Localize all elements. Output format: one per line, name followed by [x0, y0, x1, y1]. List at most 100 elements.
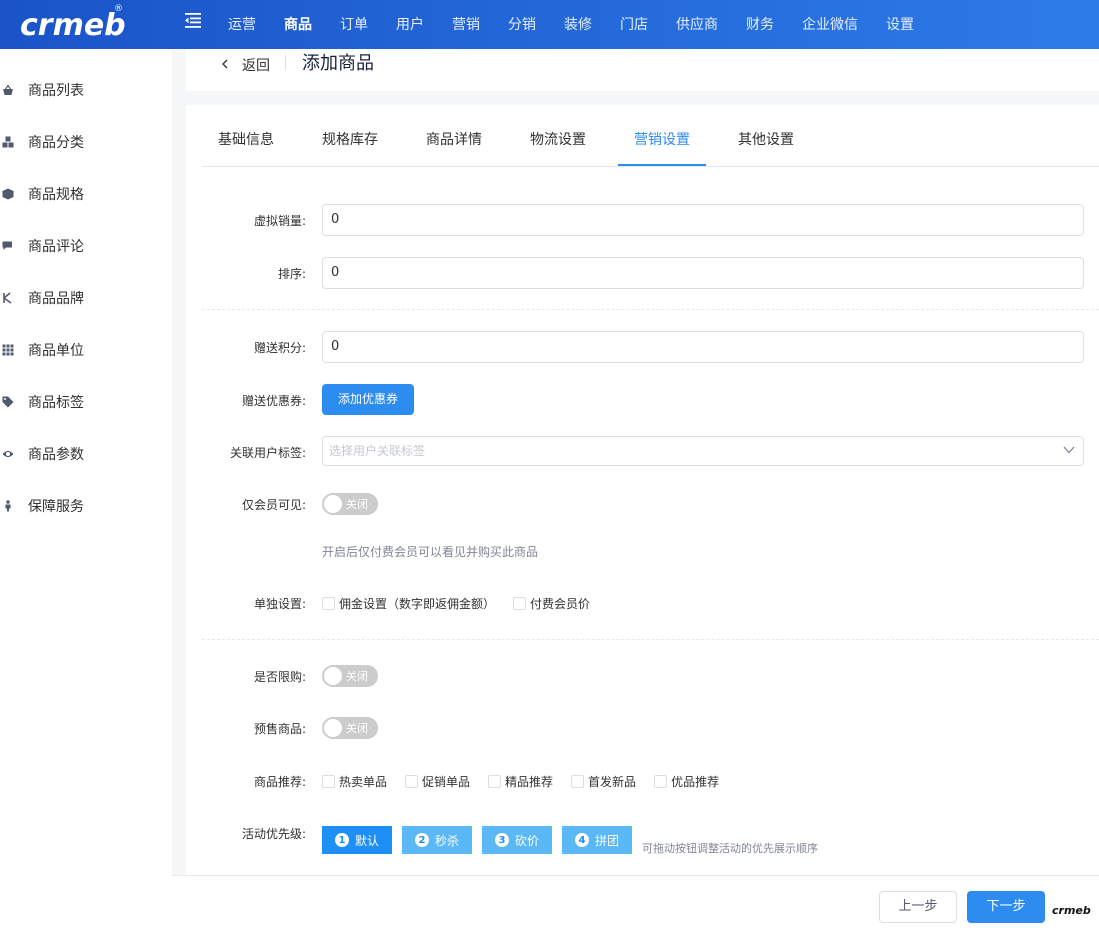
- checkbox-label: 促销单品: [422, 775, 471, 789]
- sidebar-item-label: 商品参数: [28, 447, 84, 463]
- nav-item-settings[interactable]: 设置: [886, 6, 914, 44]
- sort-label: 排序:: [277, 267, 306, 281]
- featured-checkbox[interactable]: 精品推荐: [488, 773, 553, 790]
- virtual-sales-label: 虚拟销量:: [253, 214, 306, 228]
- sidebar-item-product-spec[interactable]: 商品规格: [0, 168, 172, 220]
- priority-number: 1: [334, 833, 349, 847]
- tab-other[interactable]: 其他设置: [738, 129, 794, 149]
- switch-knob: [324, 667, 342, 685]
- give-points-label: 赠送积分:: [253, 341, 306, 355]
- sidebar-item-label: 商品品牌: [28, 291, 84, 307]
- top-nav: 运营 商品 订单 用户 营销 分销 装修 门店 供应商 财务 企业微信 设置: [228, 0, 942, 49]
- nav-item-operations[interactable]: 运营: [228, 6, 256, 44]
- switch-knob: [324, 495, 342, 513]
- priority-group-buy-button[interactable]: 4 拼团: [562, 826, 632, 854]
- tab-product-detail[interactable]: 商品详情: [426, 129, 482, 149]
- menu-fold-icon[interactable]: [184, 11, 202, 29]
- checkbox-box: [488, 775, 502, 788]
- form-footer: 上一步 下一步 crmeb: [172, 875, 1099, 944]
- switch-knob: [324, 719, 342, 737]
- registered-mark: ®: [114, 4, 123, 14]
- presale-switch[interactable]: 关闭: [322, 717, 378, 739]
- priority-label-text: 默认: [354, 833, 379, 848]
- sidebar-item-product-params[interactable]: 商品参数: [0, 428, 172, 480]
- back-button[interactable]: 返回: [220, 53, 270, 75]
- grid-icon: [2, 344, 14, 356]
- eye-icon: [2, 451, 14, 457]
- priority-default-button[interactable]: 1 默认: [322, 826, 392, 854]
- separate-settings-label: 单独设置:: [253, 597, 306, 611]
- next-step-button[interactable]: 下一步: [967, 891, 1045, 923]
- sidebar-item-product-category[interactable]: 商品分类: [0, 116, 172, 168]
- tab-basic-info[interactable]: 基础信息: [218, 129, 274, 149]
- tab-spec-stock[interactable]: 规格库存: [322, 129, 378, 149]
- person-icon: [5, 500, 11, 512]
- tab-marketing[interactable]: 营销设置: [634, 129, 690, 149]
- nav-item-finance[interactable]: 财务: [746, 6, 774, 44]
- header-divider: [285, 55, 286, 69]
- sidebar-item-label: 商品单位: [28, 343, 84, 359]
- hot-sale-checkbox[interactable]: 热卖单品: [322, 773, 387, 790]
- checkbox-label: 优品推荐: [671, 775, 720, 789]
- nav-item-distribution[interactable]: 分销: [508, 6, 536, 44]
- limit-buy-switch[interactable]: 关闭: [322, 665, 378, 687]
- priority-number: 3: [494, 833, 509, 847]
- tab-logistics[interactable]: 物流设置: [530, 129, 586, 149]
- sidebar-item-guarantee-service[interactable]: 保障服务: [0, 480, 172, 532]
- tag-icon: [2, 396, 14, 408]
- nav-item-orders[interactable]: 订单: [340, 6, 368, 44]
- priority-hint: 可拖动按钮调整活动的优先展示顺序: [642, 842, 818, 855]
- sidebar-item-label: 商品评论: [28, 239, 84, 255]
- member-only-switch[interactable]: 关闭: [322, 493, 378, 515]
- switch-text: 关闭: [346, 498, 368, 511]
- sidebar: 商品列表 商品分类 商品规格 商品评论 商品品牌 商品单位 商品标签 商品参数 …: [0, 49, 172, 944]
- checkbox-box: [405, 775, 419, 788]
- switch-text: 关闭: [346, 670, 368, 683]
- priority-label-text: 秒杀: [434, 833, 459, 848]
- presale-label: 预售商品:: [253, 722, 306, 736]
- nav-item-suppliers[interactable]: 供应商: [676, 6, 718, 44]
- prev-step-button[interactable]: 上一步: [879, 891, 957, 923]
- nav-item-marketing[interactable]: 营销: [452, 6, 480, 44]
- checkbox-label: 热卖单品: [339, 775, 388, 789]
- sidebar-item-product-list[interactable]: 商品列表: [0, 64, 172, 116]
- priority-seckill-button[interactable]: 2 秒杀: [402, 826, 472, 854]
- commission-checkbox[interactable]: 佣金设置（数字即返佣金额）: [322, 595, 495, 612]
- nav-item-wecom[interactable]: 企业微信: [802, 6, 858, 44]
- sidebar-item-product-brand[interactable]: 商品品牌: [0, 272, 172, 324]
- sidebar-item-product-unit[interactable]: 商品单位: [0, 324, 172, 376]
- add-coupon-button[interactable]: 添加优惠券: [322, 384, 414, 415]
- cube-icon: [2, 188, 14, 200]
- user-tag-label: 关联用户标签:: [229, 446, 306, 460]
- new-release-checkbox[interactable]: 首发新品: [571, 773, 636, 790]
- nav-item-products[interactable]: 商品: [284, 6, 312, 44]
- checkbox-label: 精品推荐: [505, 775, 554, 789]
- quality-checkbox[interactable]: 优品推荐: [654, 773, 719, 790]
- nav-item-stores[interactable]: 门店: [620, 6, 648, 44]
- form-tabs: 基础信息 规格库存 商品详情 物流设置 营销设置 其他设置: [202, 105, 1099, 167]
- checkbox-label: 首发新品: [588, 775, 637, 789]
- priority-label-text: 砍价: [514, 833, 539, 848]
- user-tag-placeholder: 选择用户关联标签: [329, 444, 426, 458]
- checkbox-box: [513, 597, 527, 610]
- sidebar-item-product-reviews[interactable]: 商品评论: [0, 220, 172, 272]
- crmeb-logo[interactable]: crmeb ®: [20, 4, 130, 44]
- sidebar-item-label: 商品列表: [28, 83, 84, 99]
- active-tab-indicator: [618, 164, 706, 166]
- switch-text: 关闭: [346, 722, 368, 735]
- nav-item-decoration[interactable]: 装修: [564, 6, 592, 44]
- member-only-label: 仅会员可见:: [241, 498, 306, 512]
- sort-input[interactable]: 0: [322, 257, 1084, 289]
- sidebar-item-product-tags[interactable]: 商品标签: [0, 376, 172, 428]
- user-tag-select[interactable]: 选择用户关联标签: [322, 436, 1084, 466]
- member-price-checkbox[interactable]: 付费会员价: [513, 595, 590, 612]
- nav-item-users[interactable]: 用户: [396, 6, 424, 44]
- give-points-input[interactable]: 0: [322, 331, 1084, 363]
- priority-bargain-button[interactable]: 3 砍价: [482, 826, 552, 854]
- logo-text: crmeb: [20, 8, 126, 43]
- virtual-sales-input[interactable]: 0: [322, 204, 1084, 236]
- priority-label-text: 拼团: [594, 833, 619, 848]
- footer-logo: crmeb: [1052, 904, 1091, 917]
- brand-icon: [3, 292, 12, 304]
- promotion-checkbox[interactable]: 促销单品: [405, 773, 470, 790]
